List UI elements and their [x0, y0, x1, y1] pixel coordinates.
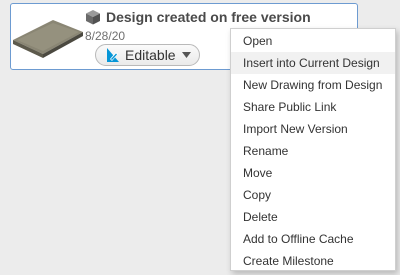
status-dropdown-button[interactable]: Editable [95, 44, 200, 66]
menu-item-move[interactable]: Move [231, 162, 395, 184]
status-label: Editable [125, 47, 176, 63]
menu-item-insert-into-current-design[interactable]: Insert into Current Design [231, 52, 395, 74]
design-date: 8/28/20 [85, 29, 126, 43]
menu-item-delete[interactable]: Delete [231, 206, 395, 228]
cube-icon [86, 10, 100, 25]
menu-item-import-new-version[interactable]: Import New Version [231, 118, 395, 140]
menu-item-rename[interactable]: Rename [231, 140, 395, 162]
design-thumbnail[interactable] [11, 14, 85, 60]
context-menu: Open Insert into Current Design New Draw… [230, 28, 396, 271]
menu-item-create-milestone[interactable]: Create Milestone [231, 250, 395, 272]
menu-item-open[interactable]: Open [231, 30, 395, 52]
menu-item-add-to-offline-cache[interactable]: Add to Offline Cache [231, 228, 395, 250]
design-title-row: Design created on free version [85, 8, 311, 26]
menu-item-share-public-link[interactable]: Share Public Link [231, 96, 395, 118]
pencil-icon [107, 48, 119, 62]
design-title[interactable]: Design created on free version [106, 9, 311, 25]
menu-item-new-drawing-from-design[interactable]: New Drawing from Design [231, 74, 395, 96]
chevron-down-icon [182, 52, 191, 58]
menu-item-copy[interactable]: Copy [231, 184, 395, 206]
